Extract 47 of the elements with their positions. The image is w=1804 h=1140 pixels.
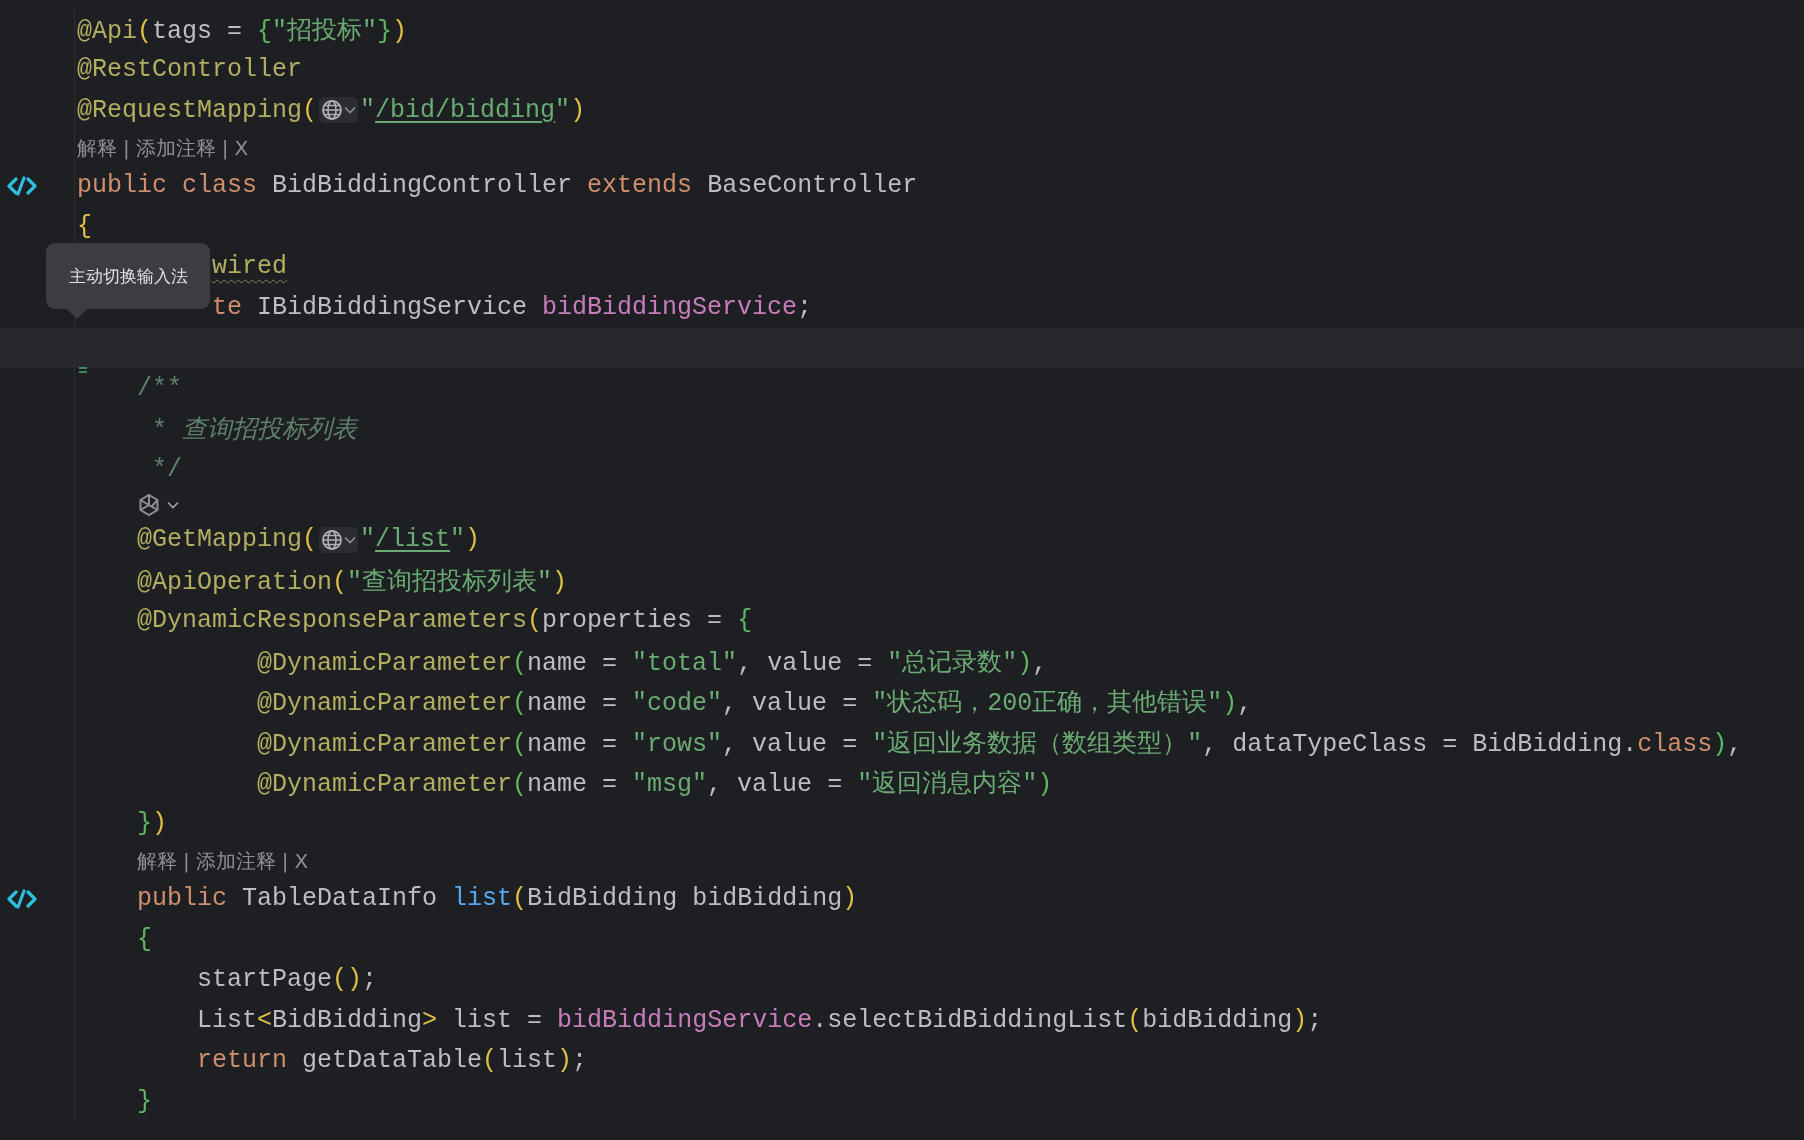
inlay-button[interactable] [319,97,359,124]
chevron-down-icon[interactable] [167,500,179,509]
code-text: @DynamicParameter(name = "rows", value = "返回业务数据（数组类型）", dataTypeClass = BidBidding.class), [257,728,1743,759]
code-text: @RequestMapping( [77,95,318,125]
code-text: { [137,924,152,954]
inlay-button[interactable] [319,526,359,553]
code-text: public TableDataInfo list(BidBidding bidBidding) [137,884,858,914]
code-text: @ApiOperation("查询招投标列表") [137,566,568,597]
hint-link[interactable]: 解释 [77,134,117,162]
code-text: @DynamicParameter(name = "code", value = "状态码，200正确，其他错误"), [257,688,1253,719]
chevron-down-icon [344,106,357,115]
code-link-icon[interactable] [7,174,37,197]
globe-icon [321,99,344,122]
separator-text: | [183,849,190,873]
hint-link[interactable]: X [294,849,309,873]
code-text: te IBidBiddingService bidBiddingService; [212,292,813,322]
chevron-down-icon [344,535,357,544]
code-text: List<BidBidding> list = bidBiddingService.selectBidBiddingList(bidBidding); [197,1005,1323,1035]
tooltip-text: 主动切换输入法 [68,264,188,288]
code-text: } [137,1086,152,1116]
code-text: { [77,211,92,241]
code-text: startPage(); [197,965,378,995]
hint-link[interactable]: X [234,136,249,160]
code-text: public class BidBiddingController extends BaseController [77,171,918,201]
code-text: /** [137,373,182,403]
code-text: * 查询招投标列表 [152,413,357,446]
hint-link[interactable]: 添加注释 [135,134,216,162]
code-text: @Api(tags = {"招投标"}) [77,15,408,46]
separator-text: | [221,136,229,160]
code-text: @DynamicParameter(name = "total", value = "总记录数"), [257,647,1048,678]
hint-link[interactable]: 解释 [137,847,177,875]
code-text: @RestController [77,55,303,85]
code-text: return getDataTable(list); [197,1046,588,1076]
code-text: }) [137,808,168,838]
code-text: @DynamicParameter(name = "msg", value = "返回消息内容") [257,769,1053,800]
code-text: @DynamicResponseParameters(properties = { [137,606,753,636]
code-text: "/bid/bidding") [360,95,586,125]
code-text: "/list") [360,525,481,555]
separator-text: | [281,849,289,873]
code-text: */ [152,454,182,484]
code-link-icon[interactable] [7,887,37,910]
fold-marker-icon[interactable] [79,367,87,373]
code-text: @GetMapping( [137,525,318,555]
separator-text: | [123,136,130,160]
globe-icon [321,528,344,551]
code-text: wired [212,252,287,282]
hint-link[interactable]: 添加注释 [195,847,276,875]
